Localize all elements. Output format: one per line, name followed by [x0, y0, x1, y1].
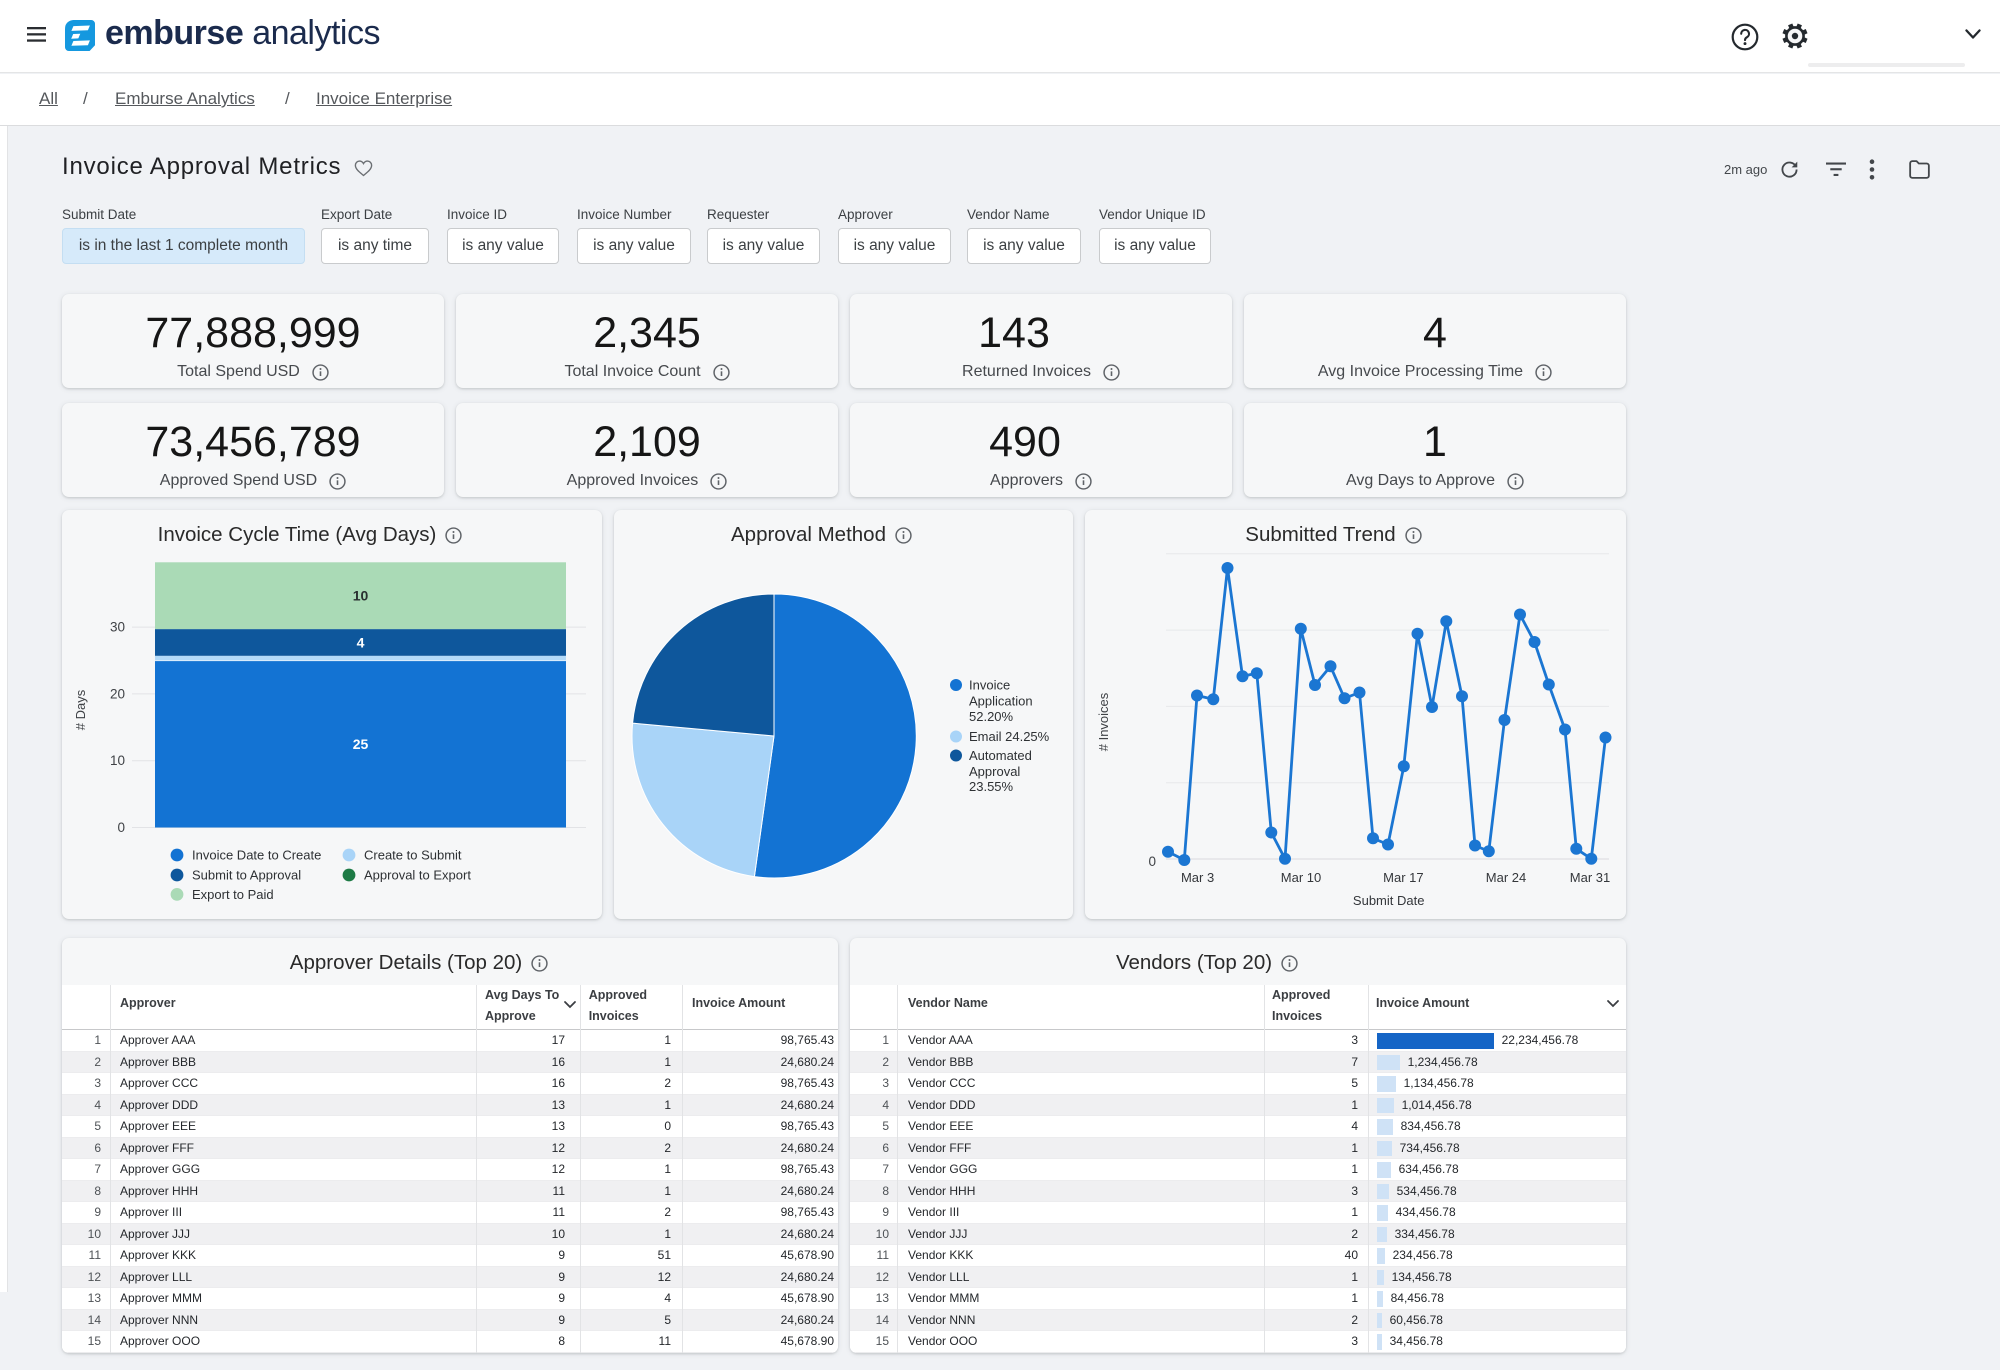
svg-text:25: 25 — [353, 736, 369, 752]
svg-text:# Days: # Days — [73, 689, 88, 730]
svg-text:Mar 10: Mar 10 — [1281, 870, 1321, 885]
svg-text:23.55%: 23.55% — [969, 779, 1014, 794]
svg-text:Submit to Approval: Submit to Approval — [192, 868, 301, 883]
svg-text:0: 0 — [117, 820, 125, 835]
svg-text:4: 4 — [357, 635, 365, 651]
svg-text:Application: Application — [969, 694, 1033, 709]
svg-text:Export to Paid: Export to Paid — [192, 887, 274, 902]
svg-text:Invoice Date to Create: Invoice Date to Create — [192, 848, 321, 863]
svg-text:0: 0 — [1148, 854, 1156, 869]
svg-text:Approval to Export: Approval to Export — [364, 868, 471, 883]
svg-text:# Invoices: # Invoices — [1096, 692, 1111, 751]
svg-text:Automated: Automated — [969, 748, 1032, 763]
svg-text:Mar 31: Mar 31 — [1570, 870, 1610, 885]
svg-text:Mar 17: Mar 17 — [1383, 870, 1423, 885]
svg-text:30: 30 — [110, 620, 125, 635]
svg-text:10: 10 — [353, 588, 369, 604]
svg-text:Mar 24: Mar 24 — [1486, 870, 1526, 885]
svg-text:Email 24.25%: Email 24.25% — [969, 729, 1050, 744]
svg-text:Invoice: Invoice — [969, 678, 1010, 693]
svg-text:10: 10 — [110, 753, 125, 768]
svg-text:Mar 3: Mar 3 — [1181, 870, 1214, 885]
svg-text:52.20%: 52.20% — [969, 709, 1014, 724]
svg-text:Submit Date: Submit Date — [1353, 893, 1425, 908]
svg-text:20: 20 — [110, 686, 125, 701]
svg-text:Create to Submit: Create to Submit — [364, 848, 462, 863]
svg-text:Approval: Approval — [969, 764, 1020, 779]
